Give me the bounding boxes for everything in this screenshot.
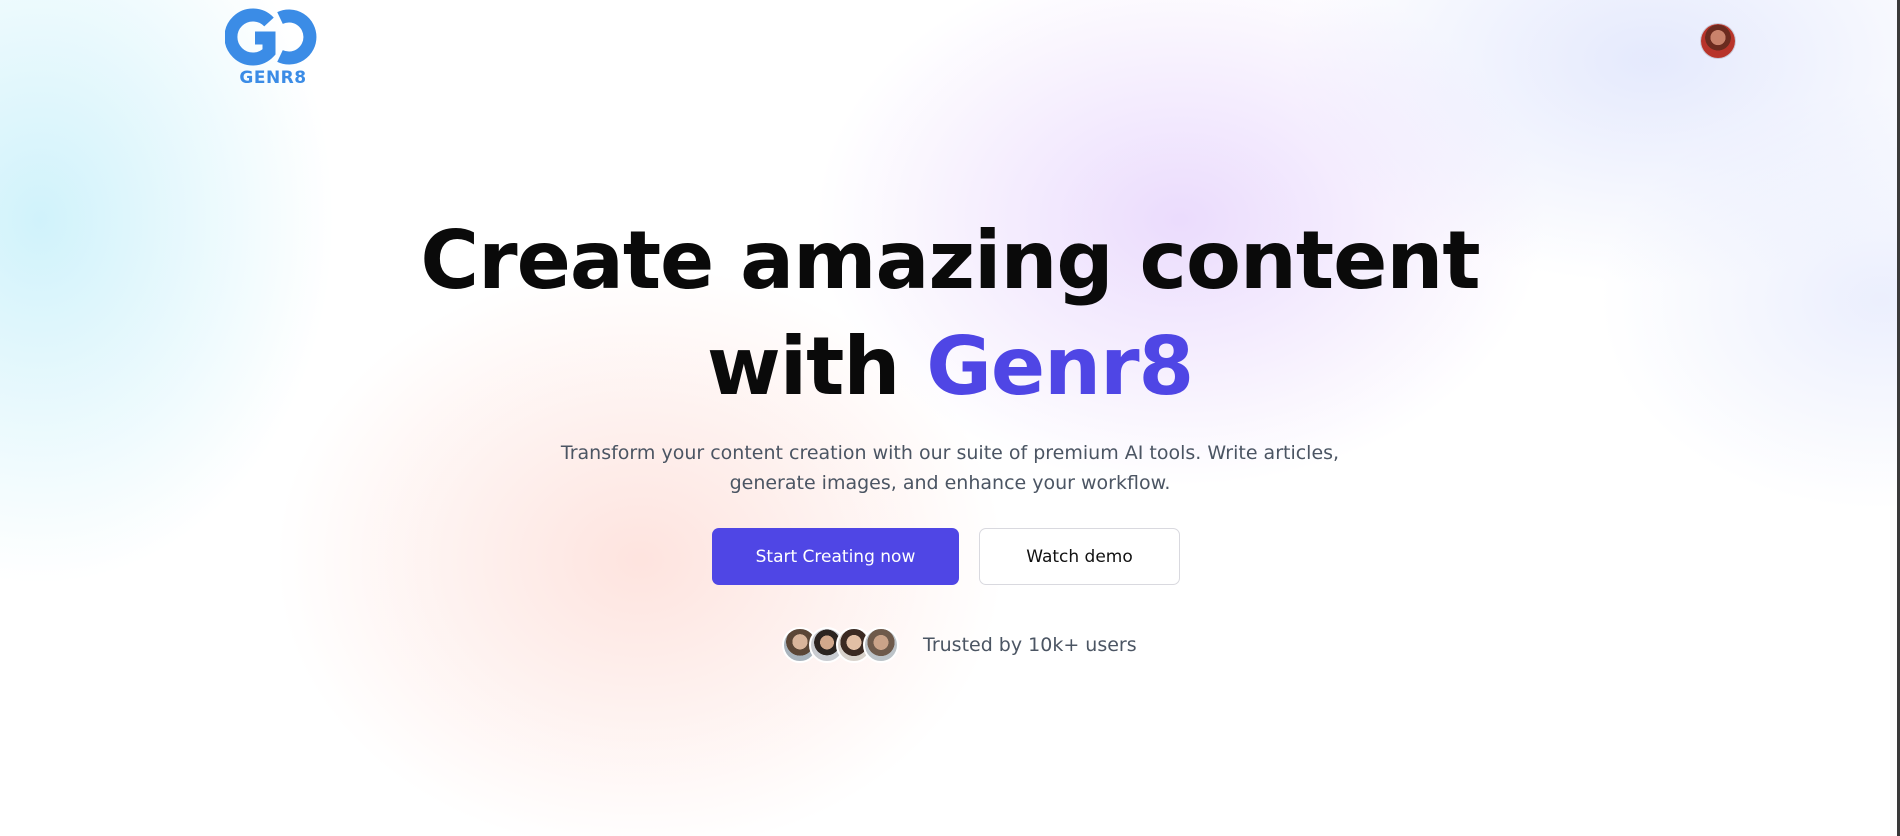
genr8-logo[interactable]: GENR8 [225,8,321,92]
watch-demo-button[interactable]: Watch demo [979,528,1180,585]
logo-icon [225,8,317,66]
hero-title-line1: Create amazing content [420,214,1480,307]
landing-page: GENR8 Create amazing content with Genr8 … [0,0,1900,836]
start-creating-button[interactable]: Start Creating now [712,528,959,585]
user-avatar [863,627,899,663]
profile-avatar[interactable] [1701,24,1735,58]
trusted-by-text: Trusted by 10k+ users [923,634,1137,656]
hero-subtitle-line2: generate images, and enhance your workfl… [729,472,1171,494]
hero-title-prefix: with [706,320,927,413]
hero-subtitle-line1: Transform your content creation with our… [560,442,1340,464]
hero-title-brand: Genr8 [926,320,1194,413]
logo-text: GENR8 [239,68,307,88]
hero-title: Create amazing content with Genr8 [0,208,1900,420]
hero-subtitle: Transform your content creation with our… [0,438,1900,498]
social-proof: Trusted by 10k+ users [782,625,1137,665]
user-avatars [782,627,899,663]
